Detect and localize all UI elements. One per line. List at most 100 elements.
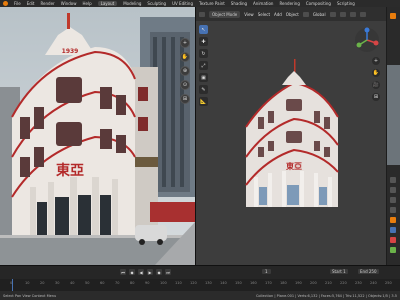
global-dropdown[interactable]: Global: [313, 12, 326, 17]
timeline-tick: 10: [25, 281, 30, 285]
year-label: 1939: [62, 48, 79, 55]
properties-scene-icon[interactable]: [390, 197, 396, 203]
properties-world-icon[interactable]: [390, 207, 396, 213]
playback-controls: ⏮ ◆ ◀ ▶ ◆ ⏭: [120, 269, 171, 275]
timeline-ruler[interactable]: 0 10 20 30 40 50 60 70 80 90 100 110 120 130 140 150 160…: [0, 279, 400, 291]
properties-output-icon[interactable]: [390, 187, 396, 193]
viewport-nav-buttons: + ✋ 🎥 ⊞: [372, 57, 380, 101]
menu-item-file[interactable]: File: [14, 1, 21, 6]
tab-compositing[interactable]: Compositing: [306, 1, 331, 6]
proportional-edit-icon[interactable]: [339, 11, 346, 17]
timeline-tick: 120: [190, 281, 197, 285]
scale-tool-icon[interactable]: ⤢: [199, 61, 208, 70]
cursor-tool-icon[interactable]: ✚: [199, 37, 208, 46]
measure-tool-icon[interactable]: 📐: [199, 97, 208, 106]
timeline-tick: 160: [250, 281, 257, 285]
building-sign: 東亞: [56, 162, 84, 179]
timeline-tick: 220: [340, 281, 347, 285]
start-frame-field[interactable]: Start 1: [330, 269, 348, 274]
reference-photo: 1939 東亞: [0, 7, 195, 265]
top-menu-bar: File Edit Render Window Help Layout Mode…: [0, 0, 400, 7]
tab-animation[interactable]: Animation: [253, 1, 273, 6]
timeline-tick: 70: [115, 281, 120, 285]
timeline-tick: 180: [280, 281, 287, 285]
view-icon[interactable]: ⊞: [180, 94, 190, 104]
start-value: 1: [343, 269, 346, 274]
scene-stats: Collection | Plane.001 | Verts:6,132 | F…: [255, 293, 397, 298]
properties-data-icon[interactable]: [390, 247, 396, 253]
play-reverse-icon[interactable]: ◀: [138, 269, 144, 275]
editor-type-icon[interactable]: [199, 11, 205, 17]
end-value: 250: [368, 269, 377, 274]
viewport-menu-view[interactable]: View: [244, 12, 254, 17]
properties-modifier-icon[interactable]: [390, 227, 396, 233]
end-frame-field[interactable]: End 250: [358, 269, 379, 274]
timeline-tick: 110: [175, 281, 182, 285]
hand-pan-icon[interactable]: ✋: [372, 69, 380, 77]
right-side-panel[interactable]: [387, 7, 400, 265]
timeline-tick: 60: [100, 281, 105, 285]
tab-layout[interactable]: Layout: [97, 1, 118, 6]
timeline-tick: 150: [235, 281, 242, 285]
viewport-menu-select[interactable]: Select: [258, 12, 270, 17]
menu-item-window[interactable]: Window: [61, 1, 77, 6]
zoom-in-icon[interactable]: +: [180, 38, 190, 48]
tab-scripting[interactable]: Scripting: [337, 1, 355, 6]
shading-solid-icon[interactable]: [359, 11, 366, 17]
timeline-tick: 140: [220, 281, 227, 285]
play-icon[interactable]: ▶: [147, 269, 153, 275]
menu-item-edit[interactable]: Edit: [27, 1, 35, 6]
timeline-tick: 200: [310, 281, 317, 285]
end-label: End: [360, 269, 368, 274]
grid-icon[interactable]: ⊕: [180, 66, 190, 76]
properties-material-icon[interactable]: [390, 237, 396, 243]
menu-item-help[interactable]: Help: [82, 1, 91, 6]
3d-viewport[interactable]: Object Mode View Select Add Object Globa…: [196, 7, 386, 265]
snap-icon[interactable]: [329, 11, 336, 17]
tab-rendering[interactable]: Rendering: [279, 1, 299, 6]
pan-icon[interactable]: ✋: [180, 52, 190, 62]
zoom-icon[interactable]: +: [372, 57, 380, 65]
camera-view-icon[interactable]: 🎥: [372, 81, 380, 89]
tab-texture-paint[interactable]: Texture Paint: [199, 1, 225, 6]
menu-item-render[interactable]: Render: [40, 1, 54, 6]
blender-logo-icon[interactable]: [3, 1, 8, 6]
tab-shading[interactable]: Shading: [231, 1, 247, 6]
image-nav-tools: + ✋ ⊕ ⊙ ⊞: [179, 38, 191, 104]
properties-tool-icon[interactable]: [390, 13, 396, 19]
viewport-menu-add[interactable]: Add: [274, 12, 282, 17]
timeline-tick: 80: [130, 281, 135, 285]
viewport-toolbar: ↖ ✚ ↻ ⤢ ▣ ✎ 📐: [199, 25, 209, 106]
annotate-tool-icon[interactable]: ✎: [199, 85, 208, 94]
properties-render-icon[interactable]: [390, 177, 396, 183]
jump-end-icon[interactable]: ⏭: [165, 269, 171, 275]
secondary-photo-thumbnail: [387, 65, 400, 165]
object-mode-dropdown[interactable]: Object Mode: [209, 10, 241, 18]
overlay-icon[interactable]: [349, 11, 356, 17]
reference-image-editor[interactable]: 1939 東亞 + ✋ ⊕ ⊙ ⊞: [0, 7, 196, 265]
status-bar: Select Pan View Context Menu Collection …: [0, 291, 400, 300]
jump-start-icon[interactable]: ⏮: [120, 269, 126, 275]
viewport-header: Object Mode View Select Add Object Globa…: [196, 7, 386, 21]
timeline-tick: 190: [295, 281, 302, 285]
navigation-gizmo-icon[interactable]: [354, 27, 380, 53]
tab-sculpting[interactable]: Sculpting: [147, 1, 166, 6]
transform-tool-icon[interactable]: ▣: [199, 73, 208, 82]
camera-icon[interactable]: ⊙: [180, 80, 190, 90]
tab-uv-editing[interactable]: UV Editing: [172, 1, 193, 6]
transform-orientation-icon[interactable]: [302, 11, 309, 17]
viewport-menu-object[interactable]: Object: [286, 12, 299, 17]
next-keyframe-icon[interactable]: ◆: [156, 269, 162, 275]
current-frame-field[interactable]: 1: [262, 269, 271, 274]
properties-object-icon[interactable]: [390, 217, 396, 223]
tab-modeling[interactable]: Modeling: [123, 1, 141, 6]
timeline-tick: 0: [10, 281, 13, 285]
timeline-header: ⏮ ◆ ◀ ▶ ◆ ⏭ 1 Start 1 End 250: [0, 265, 400, 280]
timeline-tick: 20: [40, 281, 45, 285]
timeline-tick: 230: [355, 281, 362, 285]
prev-keyframe-icon[interactable]: ◆: [129, 269, 135, 275]
timeline-tick: 130: [205, 281, 212, 285]
rotate-tool-icon[interactable]: ↻: [199, 49, 208, 58]
select-tool-icon[interactable]: ↖: [199, 25, 208, 34]
ortho-toggle-icon[interactable]: ⊞: [372, 93, 380, 101]
